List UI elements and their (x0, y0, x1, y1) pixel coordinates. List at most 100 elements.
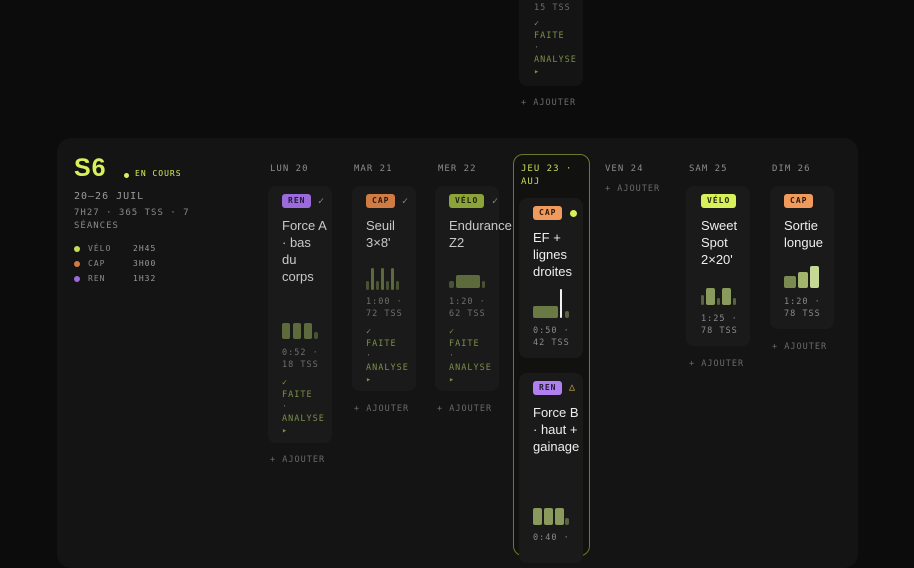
status-sep: · (366, 351, 373, 361)
session-title: Sortie longue (784, 218, 824, 250)
status-check-icon: ✓ (366, 327, 373, 337)
status-sep: · (449, 351, 456, 361)
add-session-button-sam[interactable]: + AJOUTER (689, 359, 744, 369)
session-profile-chart (701, 287, 741, 305)
session-meta: 0:40 · (533, 533, 570, 543)
sport-tag-velo: VÉLO (701, 194, 737, 208)
legend-item-ren: REN 1H32 (74, 271, 156, 286)
previous-session-meta: 15 TSS ✓ FAITE · ANALYSE ▸ (534, 2, 577, 78)
status-done: FAITE (366, 339, 397, 349)
status-done: FAITE (282, 390, 313, 400)
legend-item-cap: CAP 3H00 (74, 256, 156, 271)
done-check-icon: ✓ (402, 196, 409, 207)
session-profile-chart (784, 264, 824, 288)
analyse-link[interactable]: ANALYSE (366, 362, 409, 374)
analyse-link[interactable]: ANALYSE (449, 362, 492, 374)
profile-bar (565, 311, 569, 318)
done-check-icon: ✓ (318, 196, 325, 207)
profile-bar (376, 281, 379, 290)
status-check-icon: ✓ (449, 327, 456, 337)
week-stats: 7H27 · 365 TSS · 7 SÉANCES (74, 208, 190, 231)
previous-arrow-icon: ▸ (534, 67, 541, 77)
analyse-link[interactable]: ANALYSE (282, 413, 325, 425)
legend-duration: 2H45 (133, 244, 157, 253)
profile-bar (733, 298, 736, 305)
arrow-icon: ▸ (449, 375, 456, 385)
session-title: EF + lignes droites (533, 230, 573, 279)
legend-duration: 1H32 (133, 274, 157, 283)
week-title: S6 (74, 154, 107, 182)
profile-bar (722, 288, 731, 305)
session-meta: 1:20 · 78 TSS (784, 297, 821, 319)
legend-label: VÉLO (88, 244, 112, 253)
day-header-dim: DIM 26 (772, 164, 811, 174)
profile-bar (282, 323, 290, 339)
status-sep: · (282, 402, 289, 412)
arrow-icon: ▸ (282, 426, 289, 436)
velo-dot-icon (74, 245, 80, 252)
cap-dot-icon (74, 260, 80, 267)
session-profile-chart (533, 288, 573, 318)
sport-legend: VÉLO 2H45 CAP 3H00 REN 1H32 (74, 241, 156, 286)
profile-bar (456, 275, 480, 288)
ren-dot-icon (74, 275, 80, 282)
add-session-button-dim[interactable]: + AJOUTER (772, 342, 827, 352)
session-profile-chart (533, 507, 573, 525)
session-status: ✓ FAITE · ANALYSE ▸ (366, 326, 409, 386)
week-status-badge: EN COURS (135, 169, 182, 178)
day-header-jeu-today: JEU 23 · AUJ (521, 164, 573, 187)
session-profile-chart (449, 272, 489, 288)
add-session-button-mar[interactable]: + AJOUTER (354, 404, 409, 414)
add-session-button-mer[interactable]: + AJOUTER (437, 404, 492, 414)
profile-bar (371, 268, 374, 290)
profile-bar (304, 323, 312, 339)
sport-tag-ren: REN (533, 381, 563, 395)
profile-bar (565, 518, 569, 525)
session-profile-chart (366, 264, 406, 290)
legend-label: REN (88, 274, 106, 283)
add-session-button-ven[interactable]: + AJOUTER (605, 184, 660, 194)
day-header-mer: MER 22 (438, 164, 477, 174)
profile-bar (560, 289, 562, 318)
done-check-icon: ✓ (492, 196, 499, 207)
profile-bar (381, 268, 384, 290)
profile-bar (314, 332, 318, 339)
week-dates: 20–26 JUIL (74, 191, 145, 202)
day-header-ven: VEN 24 (605, 164, 644, 174)
sport-tag-cap: CAP (784, 194, 814, 208)
session-title: Seuil 3×8' (366, 218, 395, 250)
session-meta: 1:25 · 78 TSS (701, 314, 738, 336)
session-meta: 1:20 · 62 TSS (449, 297, 486, 319)
previous-add-button[interactable]: + AJOUTER (521, 98, 576, 108)
session-meta: 1:00 · 72 TSS (366, 297, 403, 319)
current-week-dot-icon (124, 173, 129, 178)
previous-done-check-icon: ✓ (534, 19, 541, 29)
profile-bar (391, 268, 394, 290)
profile-bar (293, 323, 301, 339)
profile-bar (544, 508, 553, 525)
previous-session-tss: 15 TSS (534, 3, 571, 13)
status-done: FAITE (449, 339, 480, 349)
day-header-lun: LUN 20 (270, 164, 309, 174)
previous-analyse-link[interactable]: ANALYSE (534, 54, 577, 66)
session-meta: 0:50 · 42 TSS (533, 326, 570, 348)
day-header-mar: MAR 21 (354, 164, 393, 174)
session-status: ✓ FAITE · ANALYSE ▸ (449, 326, 492, 386)
profile-bar (701, 295, 704, 305)
planned-today-dot-icon (570, 210, 577, 217)
add-session-button-lun[interactable]: + AJOUTER (270, 455, 325, 465)
sport-tag-velo: VÉLO (449, 194, 485, 208)
profile-bar (706, 288, 715, 305)
profile-bar (784, 276, 796, 288)
session-title: Force B · haut + gainage (533, 405, 580, 454)
profile-bar (798, 272, 808, 288)
legend-duration: 3H00 (133, 259, 157, 268)
status-check-icon: ✓ (282, 378, 289, 388)
arrow-icon: ▸ (366, 375, 373, 385)
session-profile-chart (282, 321, 322, 339)
profile-bar (366, 281, 369, 290)
warning-icon: △ (569, 382, 576, 393)
previous-status-done: FAITE (534, 31, 565, 41)
profile-bar (533, 306, 558, 318)
day-header-sam: SAM 25 (689, 164, 728, 174)
